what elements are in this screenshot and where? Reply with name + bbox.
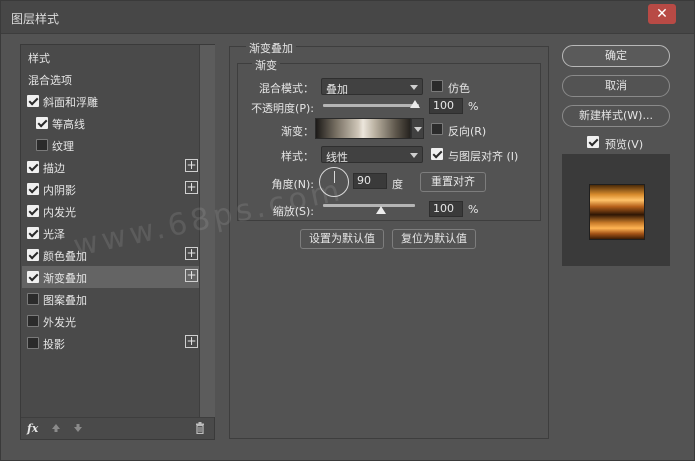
layer-style-dialog: 图层样式 ✕ 样式 混合选项 斜面和浮雕 等高线 纹理 描边 + 内阴影 + 内发光 光泽 颜色叠加 +…: [0, 0, 695, 461]
reverse-label: 反向(R): [448, 125, 487, 138]
scale-input[interactable]: 100: [429, 201, 463, 217]
add-effect-plus-icon[interactable]: +: [185, 159, 198, 172]
trash-icon[interactable]: [195, 422, 205, 434]
panel-title: 渐变叠加: [246, 40, 296, 56]
blend-mode-value: 叠加: [326, 83, 348, 96]
reset-to-default-button[interactable]: 复位为默认值: [392, 229, 476, 249]
dialog-title: 图层样式: [11, 12, 60, 26]
sidebar-item-checkbox[interactable]: [27, 227, 39, 239]
set-as-default-button[interactable]: 设置为默认值: [300, 229, 384, 249]
scale-unit: %: [468, 203, 479, 216]
sidebar-item-label: 斜面和浮雕: [43, 96, 98, 109]
sidebar-item[interactable]: 投影 +: [22, 332, 199, 354]
angle-unit: 度: [392, 178, 403, 191]
sidebar-item-label: 内发光: [43, 206, 76, 219]
add-effect-plus-icon[interactable]: +: [185, 335, 198, 348]
reset-alignment-button[interactable]: 重置对齐: [420, 172, 486, 192]
sidebar-item[interactable]: 混合选项: [22, 68, 199, 90]
sidebar-item-label: 样式: [28, 52, 50, 65]
sidebar-item[interactable]: 等高线: [22, 112, 199, 134]
chevron-down-icon: [410, 85, 418, 90]
fx-button[interactable]: fx: [27, 422, 38, 435]
sidebar-item-checkbox[interactable]: [27, 315, 39, 327]
sidebar-item-checkbox[interactable]: [36, 139, 48, 151]
dither-label: 仿色: [448, 82, 470, 95]
blend-mode-select[interactable]: 叠加: [321, 78, 423, 96]
opacity-input[interactable]: 100: [429, 98, 463, 114]
opacity-unit: %: [468, 100, 479, 113]
scale-slider-thumb[interactable]: [376, 206, 386, 214]
sidebar-item-label: 外发光: [43, 316, 76, 329]
sidebar-item-checkbox[interactable]: [27, 95, 39, 107]
add-effect-plus-icon[interactable]: +: [185, 247, 198, 260]
sidebar-item[interactable]: 斜面和浮雕: [22, 90, 199, 112]
sidebar-item-label: 投影: [43, 338, 65, 351]
dither-checkbox[interactable]: [431, 80, 443, 92]
sidebar-item-label: 光泽: [43, 228, 65, 241]
reverse-checkbox[interactable]: [431, 123, 443, 135]
gradient-label: 渐变：: [281, 125, 314, 138]
style-value: 线性: [326, 151, 348, 164]
sidebar-item-checkbox[interactable]: [27, 293, 39, 305]
style-select[interactable]: 线性: [321, 146, 423, 164]
add-effect-plus-icon[interactable]: +: [185, 181, 198, 194]
sidebar-item[interactable]: 样式: [22, 46, 199, 68]
sidebar-footer: fx: [21, 417, 214, 439]
move-up-icon[interactable]: [51, 423, 61, 433]
sidebar-item-label: 图案叠加: [43, 294, 87, 307]
preview-label: 预览(V): [605, 138, 644, 151]
sidebar-item[interactable]: 内阴影 +: [22, 178, 199, 200]
close-button[interactable]: ✕: [648, 4, 676, 24]
sidebar-item[interactable]: 渐变叠加 +: [22, 266, 199, 288]
sidebar-item-checkbox[interactable]: [36, 117, 48, 129]
blend-mode-label: 混合模式：: [259, 82, 314, 95]
gradient-swatch[interactable]: [315, 118, 411, 139]
style-label: 样式：: [281, 150, 314, 163]
title-bar: 图层样式 ✕: [1, 1, 694, 34]
group-title: 渐变: [252, 57, 280, 73]
sidebar-item-label: 等高线: [52, 118, 85, 131]
ok-button[interactable]: 确定: [562, 45, 670, 67]
move-down-icon[interactable]: [73, 423, 83, 433]
sidebar-item[interactable]: 图案叠加: [22, 288, 199, 310]
sidebar-item-label: 渐变叠加: [43, 272, 87, 285]
opacity-label: 不透明度(P):: [251, 102, 314, 115]
sidebar-item[interactable]: 纹理: [22, 134, 199, 156]
gradient-picker-chevron-icon[interactable]: [411, 118, 424, 139]
sidebar-item-checkbox[interactable]: [27, 183, 39, 195]
style-preview-thumbnail: [589, 184, 645, 240]
preview-checkbox[interactable]: [587, 136, 599, 148]
sidebar-item-label: 纹理: [52, 140, 74, 153]
sidebar-item-label: 描边: [43, 162, 65, 175]
sidebar-item-checkbox[interactable]: [27, 337, 39, 349]
sidebar-item-checkbox[interactable]: [27, 271, 39, 283]
align-with-layer-checkbox[interactable]: [431, 148, 443, 160]
sidebar-item-label: 混合选项: [28, 74, 72, 87]
sidebar-item[interactable]: 描边 +: [22, 156, 199, 178]
opacity-slider-track[interactable]: [323, 104, 419, 107]
angle-input[interactable]: 90: [353, 173, 387, 189]
sidebar-item-checkbox[interactable]: [27, 161, 39, 173]
align-with-layer-label: 与图层对齐 (I): [448, 150, 519, 163]
new-style-button[interactable]: 新建样式(W)...: [562, 105, 670, 127]
sidebar-item-label: 内阴影: [43, 184, 76, 197]
sidebar-item[interactable]: 外发光: [22, 310, 199, 332]
chevron-down-icon: [410, 153, 418, 158]
sidebar-item-checkbox[interactable]: [27, 205, 39, 217]
add-effect-plus-icon[interactable]: +: [185, 269, 198, 282]
cancel-button[interactable]: 取消: [562, 75, 670, 97]
opacity-slider-thumb[interactable]: [410, 100, 420, 108]
sidebar-item-checkbox[interactable]: [27, 249, 39, 261]
